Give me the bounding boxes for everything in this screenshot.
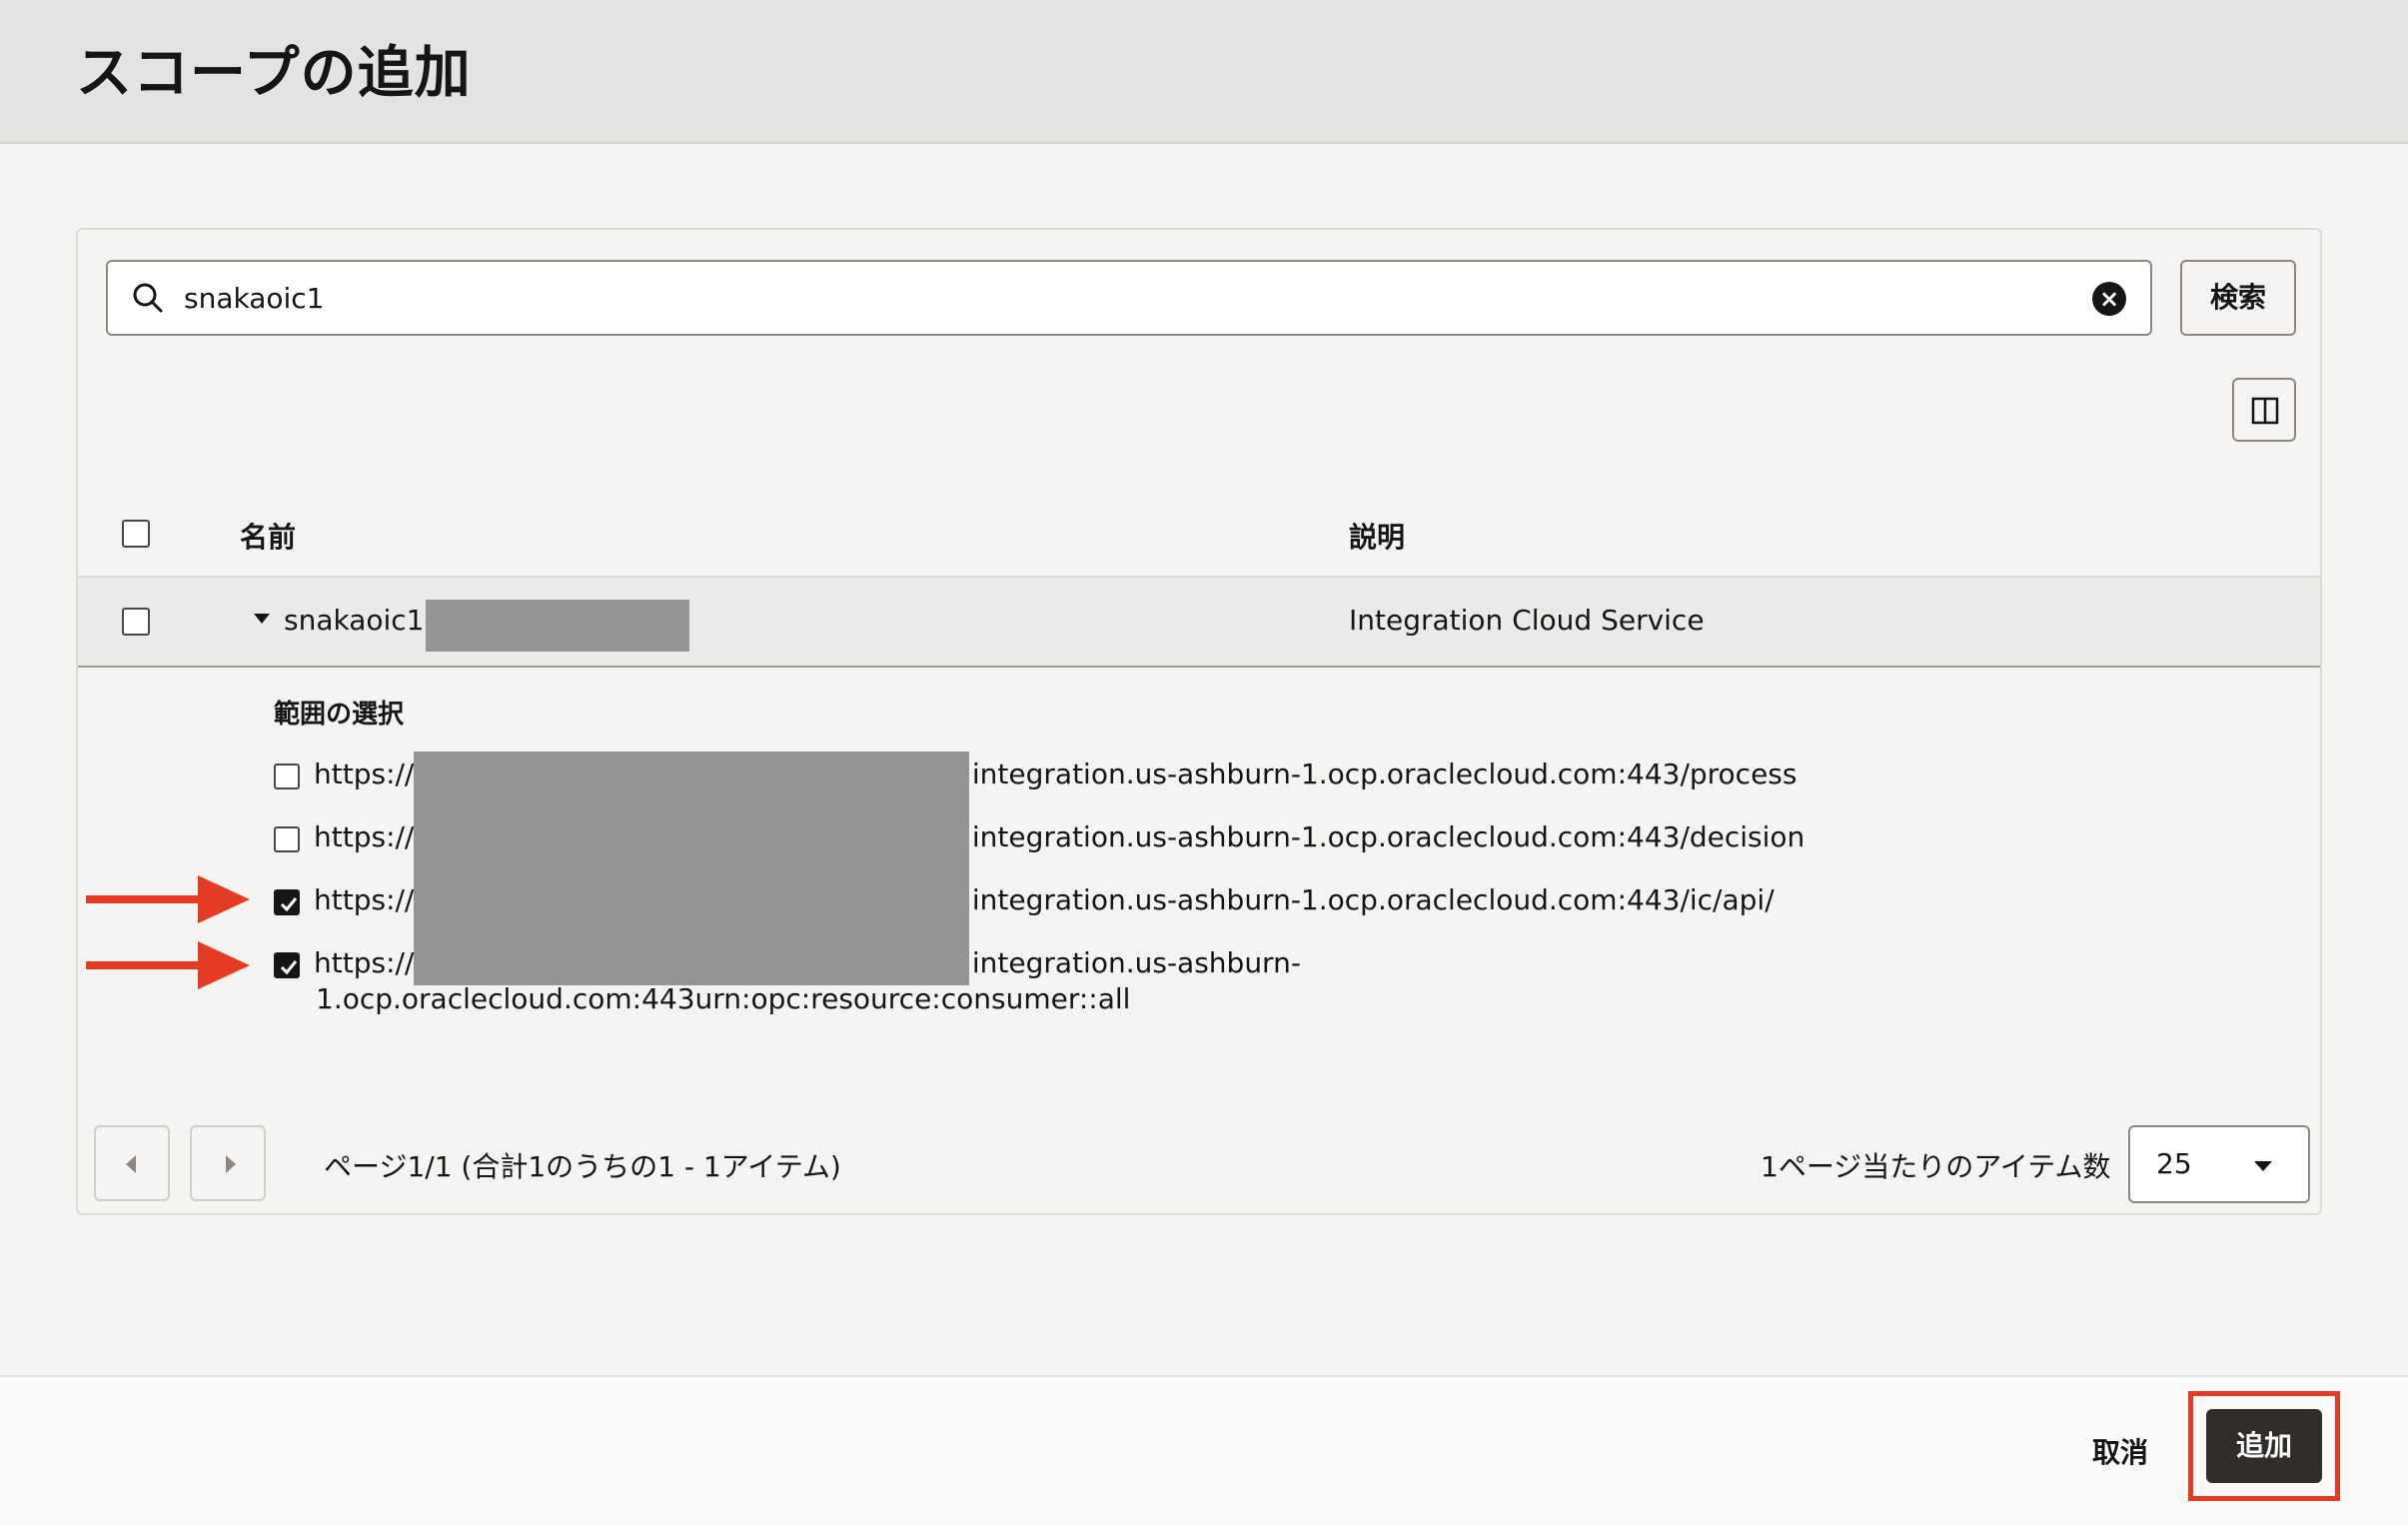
search-icon	[133, 283, 163, 313]
scope-checkbox[interactable]	[274, 826, 300, 852]
row-checkbox[interactable]	[122, 608, 150, 636]
row-name: snakaoic1-	[284, 604, 435, 637]
scope-panel: snakaoic1 × 検索 名前 説明 snakaoic1- Integrat…	[76, 228, 2322, 1215]
chevron-right-icon	[226, 1155, 236, 1173]
scope-checkbox[interactable]	[274, 889, 300, 915]
next-page-button[interactable]	[190, 1125, 266, 1201]
column-header-name: 名前	[240, 521, 297, 554]
scope-url-prefix: https://	[314, 883, 415, 916]
scope-url-suffix: .integration.us-ashburn-	[963, 946, 1301, 979]
expand-caret-icon[interactable]	[254, 614, 270, 624]
scope-checkbox[interactable]	[274, 763, 300, 789]
select-all-checkbox[interactable]	[122, 520, 150, 548]
scope-url-suffix: .integration.us-ashburn-1.ocp.oracleclou…	[963, 883, 1775, 916]
search-value[interactable]: snakaoic1	[184, 282, 325, 315]
table-header: 名前 説明	[78, 492, 2320, 576]
checkmark-icon	[280, 897, 298, 912]
redacted-block	[426, 600, 689, 652]
search-button[interactable]: 検索	[2180, 260, 2296, 336]
pagination-status: ページ1/1 (合計1のうちの1 - 1アイテム)	[324, 1150, 841, 1183]
annotation-arrow-icon	[86, 875, 250, 923]
items-per-page-select[interactable]: 25	[2128, 1125, 2310, 1203]
chevron-left-icon	[126, 1155, 136, 1173]
scope-url-prefix: https://	[314, 758, 415, 790]
clear-search-icon[interactable]: ×	[2092, 282, 2126, 316]
previous-page-button[interactable]	[94, 1125, 170, 1201]
items-per-page-value: 25	[2156, 1147, 2192, 1180]
scope-url-suffix: .integration.us-ashburn-1.ocp.oracleclou…	[963, 820, 1806, 853]
pagination-bar: ページ1/1 (合計1のうちの1 - 1アイテム) 1ページ当たりのアイテム数 …	[78, 1125, 2320, 1205]
scope-url-prefix: https://	[314, 820, 415, 853]
checkmark-icon	[280, 960, 298, 975]
dialog-footer: 取消 追加	[0, 1375, 2408, 1525]
scope-url-continuation: 1.ocp.oraclecloud.com:443urn:opc:resourc…	[316, 982, 1131, 1015]
table-row[interactable]: snakaoic1- Integration Cloud Service	[78, 576, 2320, 668]
cancel-button[interactable]: 取消	[2078, 1427, 2162, 1479]
column-toggle-button[interactable]	[2232, 378, 2296, 442]
scope-url-prefix: https://	[314, 946, 415, 979]
scope-url-suffix: .integration.us-ashburn-1.ocp.oracleclou…	[963, 758, 1798, 790]
add-button[interactable]: 追加	[2206, 1409, 2322, 1483]
row-description: Integration Cloud Service	[1349, 604, 1705, 637]
scope-selection-title: 範囲の選択	[274, 700, 405, 730]
search-input[interactable]: snakaoic1 ×	[106, 260, 2152, 336]
redacted-block	[414, 752, 969, 985]
chevron-down-icon	[2254, 1161, 2272, 1171]
dialog-header: スコープの追加	[0, 0, 2408, 144]
items-per-page-label: 1ページ当たりのアイテム数	[1761, 1150, 2111, 1183]
scope-checkbox[interactable]	[274, 952, 300, 978]
columns-icon	[2251, 397, 2279, 425]
annotation-arrow-icon	[86, 941, 250, 989]
page-title: スコープの追加	[76, 41, 472, 106]
column-header-description: 説明	[1349, 521, 1406, 554]
